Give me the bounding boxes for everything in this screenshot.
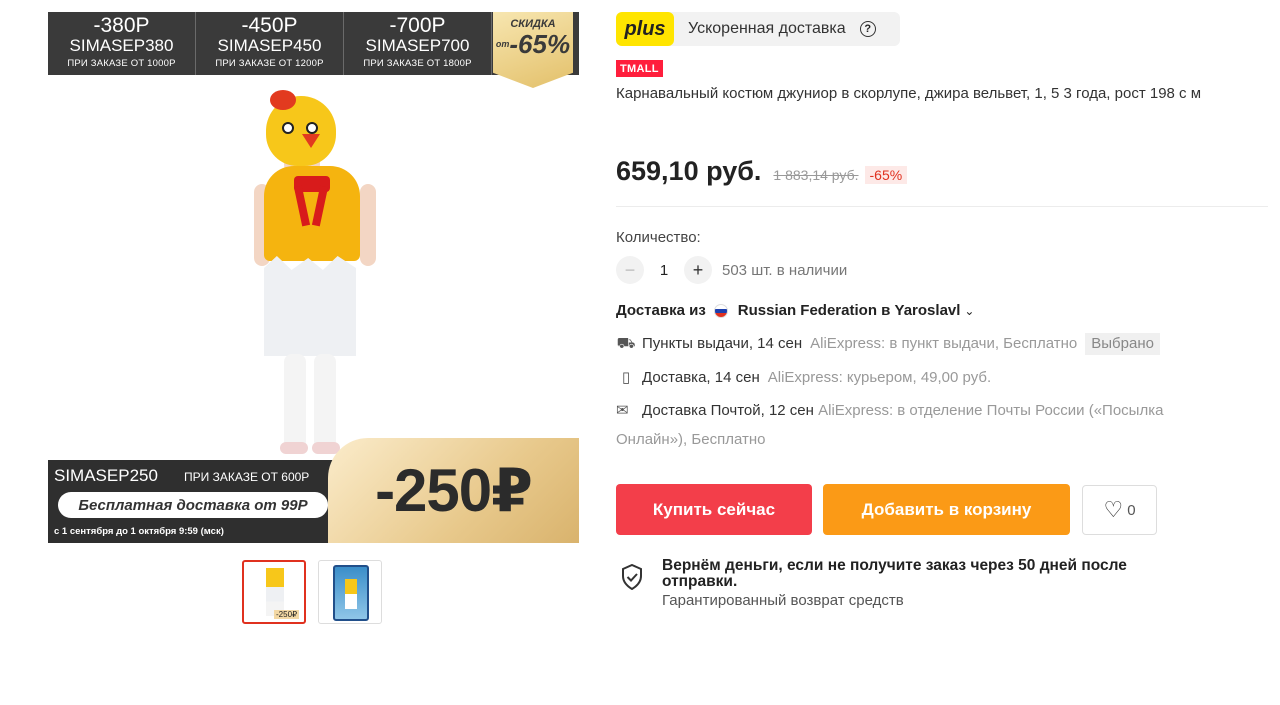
coupon-amount: -700Р bbox=[389, 14, 446, 37]
wishlist-button[interactable]: ♡ 0 bbox=[1082, 485, 1157, 535]
russia-flag-icon bbox=[713, 303, 728, 318]
shoe bbox=[280, 442, 308, 454]
ship-from-place: Russian Federation в Yaroslavl bbox=[737, 302, 961, 319]
product-title: Карнавальный костюм джуниор в скорлупе, … bbox=[616, 85, 1202, 102]
coupon-700: -700Р SIMASEP700 ПРИ ЗАКАЗЕ ОТ 1800Р bbox=[344, 12, 492, 75]
chick-beak bbox=[302, 134, 320, 148]
leg bbox=[284, 354, 306, 450]
current-price: 659,10 руб. bbox=[616, 156, 762, 186]
shipping-option-detail-cont: Онлайн»), Бесплатно bbox=[616, 431, 766, 448]
chick-eye bbox=[306, 122, 318, 134]
price-row: 659,10 руб. 1 883,14 руб. -65% bbox=[616, 156, 908, 187]
coupon-amount: -380Р bbox=[93, 14, 150, 37]
arm-right bbox=[360, 184, 376, 266]
quantity-stepper: − 1 + 503 шт. в наличии bbox=[616, 256, 847, 284]
buyer-protection-subtitle: Гарантированный возврат средств bbox=[662, 592, 904, 609]
plus-logo: plus bbox=[616, 12, 674, 46]
promo-condition: ПРИ ЗАКАЗЕ ОТ 600Р bbox=[184, 470, 310, 484]
chick-eye bbox=[282, 122, 294, 134]
leg bbox=[314, 354, 336, 450]
quantity-input[interactable]: 1 bbox=[644, 262, 684, 279]
main-product-image[interactable]: -380Р SIMASEP380 ПРИ ЗАКАЗЕ ОТ 1000Р -45… bbox=[48, 12, 579, 543]
thumbnail-strip: -250₽ bbox=[242, 560, 382, 624]
costume-photo bbox=[254, 90, 376, 456]
coupon-amount: -450Р bbox=[241, 14, 298, 37]
heart-icon: ♡ bbox=[1103, 497, 1124, 522]
wishlist-count: 0 bbox=[1127, 501, 1136, 519]
shipping-option-name: Пункты выдачи, 14 сен bbox=[642, 335, 803, 352]
coupon-condition: ПРИ ЗАКАЗЕ ОТ 1800Р bbox=[363, 58, 472, 69]
chevron-down-icon: ⌄ bbox=[964, 303, 975, 318]
thumbnail-costume bbox=[345, 579, 357, 609]
tmall-badge: TMALL bbox=[616, 60, 663, 77]
buyer-protection-title: Вернём деньги, если не получите заказ че… bbox=[662, 557, 1127, 590]
big-discount-badge: -250₽ bbox=[328, 438, 579, 543]
quantity-plus-button[interactable]: + bbox=[684, 256, 712, 284]
buyer-protection-text: Вернём деньги, если не получите заказ че… bbox=[662, 557, 1182, 610]
coupon-380: -380Р SIMASEP380 ПРИ ЗАКАЗЕ ОТ 1000Р bbox=[48, 12, 196, 75]
ship-from-label: Доставка из bbox=[616, 302, 706, 319]
coupon-condition: ПРИ ЗАКАЗЕ ОТ 1000Р bbox=[67, 58, 176, 69]
shipping-option-pickup[interactable]: ⛟ Пункты выдачи, 14 сен AliExpress: в пу… bbox=[616, 330, 1256, 358]
thumbnail-2[interactable] bbox=[318, 560, 382, 624]
buy-now-button[interactable]: Купить сейчас bbox=[616, 484, 812, 535]
quantity-minus-button[interactable]: − bbox=[616, 256, 644, 284]
shipping-option-detail: AliExpress: курьером, 49,00 руб. bbox=[767, 369, 992, 386]
coupon-condition: ПРИ ЗАКАЗЕ ОТ 1200Р bbox=[215, 58, 324, 69]
coupon-code: SIMASEP450 bbox=[217, 36, 322, 55]
pickup-point-icon: ⛟ bbox=[616, 335, 636, 352]
promo-banner-bottom: SIMASEP250 ПРИ ЗАКАЗЕ ОТ 600Р Бесплатная… bbox=[48, 438, 579, 543]
discount-badge: -65% bbox=[864, 166, 908, 184]
shipping-option-detail: AliExpress: в отделение Почты России («П… bbox=[818, 402, 1164, 419]
buyer-protection: Вернём деньги, если не получите заказ че… bbox=[616, 558, 1182, 609]
shipping-option-post[interactable]: ✉ Доставка Почтой, 12 сен AliExpress: в о… bbox=[616, 396, 1256, 454]
coupon-450: -450Р SIMASEP450 ПРИ ЗАКАЗЕ ОТ 1200Р bbox=[196, 12, 344, 75]
plus-delivery-banner: plus Ускоренная доставка ? bbox=[616, 12, 900, 46]
sale-badge-percent: от-65% bbox=[495, 29, 571, 59]
selected-badge: Выбрано bbox=[1085, 333, 1160, 355]
sale-badge: СКИДКА от-65% bbox=[493, 12, 573, 88]
promo-dates: с 1 сентября до 1 октября 9:59 (мск) bbox=[54, 526, 224, 537]
shield-check-icon bbox=[616, 558, 648, 592]
divider bbox=[616, 206, 1268, 207]
courier-icon: ▯ bbox=[621, 369, 631, 386]
chick-hat bbox=[266, 90, 336, 166]
promo-code: SIMASEP250 bbox=[54, 466, 158, 485]
thumbnail-tag: -250₽ bbox=[274, 610, 300, 619]
shipping-option-detail: AliExpress: в пункт выдачи, Бесплатно bbox=[810, 335, 1078, 352]
plus-delivery-text: Ускоренная доставка bbox=[688, 20, 846, 37]
shipping-option-courier[interactable]: ▯ Доставка, 14 сен AliExpress: курьером,… bbox=[616, 364, 1256, 392]
shipping-option-name: Доставка, 14 сен bbox=[642, 369, 760, 386]
quantity-label: Количество: bbox=[616, 229, 701, 246]
big-discount-value: -250₽ bbox=[375, 456, 533, 524]
coupon-code: SIMASEP380 bbox=[69, 36, 174, 55]
stock-count: 503 шт. в наличии bbox=[722, 261, 848, 279]
thumbnail-1[interactable]: -250₽ bbox=[242, 560, 306, 624]
add-to-cart-button[interactable]: Добавить в корзину bbox=[823, 484, 1070, 535]
free-shipping-pill: Бесплатная доставка от 99Р bbox=[58, 492, 328, 518]
ship-from-selector[interactable]: Доставка из Russian Federation в Yarosla… bbox=[616, 302, 974, 319]
thumbnail-costume bbox=[266, 568, 284, 616]
post-icon: ✉ bbox=[616, 402, 629, 419]
product-page: -380Р SIMASEP380 ПРИ ЗАКАЗЕ ОТ 1000Р -45… bbox=[0, 0, 1280, 705]
help-icon[interactable]: ? bbox=[859, 21, 876, 37]
shipping-option-name: Доставка Почтой, 12 сен bbox=[642, 402, 814, 419]
old-price: 1 883,14 руб. bbox=[773, 167, 859, 183]
coupon-code: SIMASEP700 bbox=[365, 36, 470, 55]
chick-comb bbox=[270, 90, 296, 110]
egg-shell-skirt bbox=[264, 256, 356, 356]
